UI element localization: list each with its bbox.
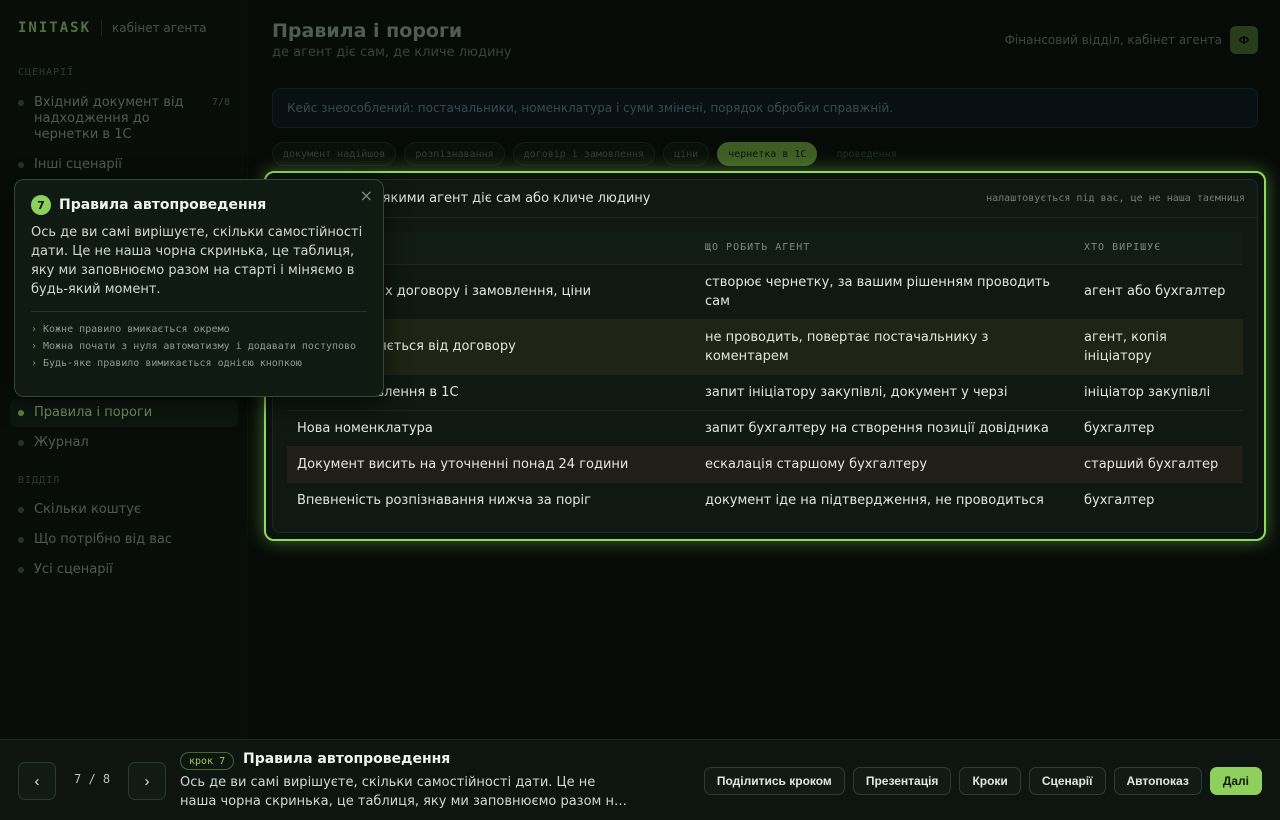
column-header-who: ХТО ВИРІШУЄ [1074,232,1243,265]
popover-body: Ось де ви самі вирішуєте, скільки самост… [31,225,363,297]
close-icon[interactable]: × [360,186,373,205]
bullet-text: Можна почати з нуля автоматизму і додава… [43,341,357,352]
table-row: Документ висить на уточненні понад 24 го… [287,446,1243,483]
popover-header: 7 Правила автопроведення [31,195,367,215]
app-shell: INITASK кабінет агента СЦЕНАРІЇ Вхідний … [0,0,1280,740]
next-step-button[interactable]: › [128,762,166,800]
chevron-right-icon: › [31,324,38,335]
rule-action: не проводить, повертає постачальнику з к… [695,319,1074,375]
bullet-text: Кожне правило вмикається окремо [43,324,230,335]
popover-bullets: › Кожне правило вмикається окремо › Можна … [31,321,367,372]
table-row: Нова номенклатура запит бухгалтеру на ст… [287,410,1243,447]
rule-action: документ іде на підтвердження, не провод… [705,492,1044,508]
autoplay-button[interactable]: Автопоказ [1113,767,1202,795]
rule-condition: Нова номенклатура [287,410,695,447]
tour-actions: Поділитись кроком Презентація Кроки Сцен… [703,767,1262,795]
popover-divider [31,311,367,312]
rule-who: агент або бухгалтер [1074,264,1243,320]
rule-who: бухгалтер [1084,492,1155,508]
steps-button[interactable]: Кроки [959,767,1021,795]
step-counter: 7 / 8 [74,772,111,786]
step-description: Ось де ви самі вирішуєте, скільки самост… [180,775,622,809]
presentation-button[interactable]: Презентація [852,767,952,795]
scenarios-button[interactable]: Сценарії [1028,767,1106,795]
popover-title: Правила автопроведення [59,197,267,213]
table-row: Впевненість розпізнавання нижча за поріг… [287,482,1243,518]
rules-card-note: налаштовується під вас, це не наша таємн… [986,193,1245,204]
table-row: Ціна відрізняється від договору не прово… [287,319,1243,375]
rule-who: старший бухгалтер [1074,446,1243,483]
bullet-text: Будь-яке правило вимикається однією кноп… [43,358,302,369]
table-row: Немає замовлення в 1С запит ініціатору з… [287,374,1243,411]
rules-card-header: Правила, за якими агент діє сам або клич… [273,180,1257,218]
list-item: › Кожне правило вмикається окремо [31,321,367,338]
table-row: Сума в межах договору і замовлення, ціни… [287,264,1243,320]
rules-card: Правила, за якими агент діє сам або клич… [272,179,1258,533]
table-header-row: ЩО РОБИТЬ АГЕНТ ХТО ВИРІШУЄ [287,232,1243,265]
rule-action: створює чернетку, за вашим рішенням пров… [695,264,1074,320]
tour-bottom-bar: ‹ 7 / 8 › крок 7 Правила автопроведення … [0,739,1280,820]
list-item: › Будь-яке правило вимикається однією кно… [31,355,367,372]
next-button[interactable]: Далі [1209,767,1262,795]
chevron-right-icon: › [31,341,38,352]
rules-card-highlight: Правила, за якими агент діє сам або клич… [264,171,1266,541]
rule-action: запит бухгалтеру на створення позиції до… [695,410,1074,447]
step-title: Правила автопроведення [243,751,451,767]
column-header-action: ЩО РОБИТЬ АГЕНТ [695,232,1074,265]
share-step-button[interactable]: Поділитись кроком [703,767,845,795]
rule-who: бухгалтер [1074,410,1243,447]
rule-condition: Документ висить на уточненні понад 24 го… [287,446,695,483]
rules-table: ЩО РОБИТЬ АГЕНТ ХТО ВИРІШУЄ Сума в межах… [287,232,1243,518]
rule-who: агент, копія ініціатору [1074,319,1243,375]
rule-action: ескалація старшому бухгалтеру [695,446,1074,483]
chevron-right-icon: › [31,358,38,369]
tour-popover: × 7 Правила автопроведення Ось де ви сам… [14,179,384,397]
prev-step-button[interactable]: ‹ [18,762,56,800]
step-number-badge: 7 [31,195,51,215]
rule-action: запит ініціатору закупівлі, документ у ч… [695,374,1074,411]
rule-condition: Впевненість розпізнавання нижча за поріг [297,492,591,508]
step-badge: крок 7 [180,752,235,770]
rule-who: ініціатор закупівлі [1074,374,1243,411]
list-item: › Можна почати з нуля автоматизму і додав… [31,338,367,355]
